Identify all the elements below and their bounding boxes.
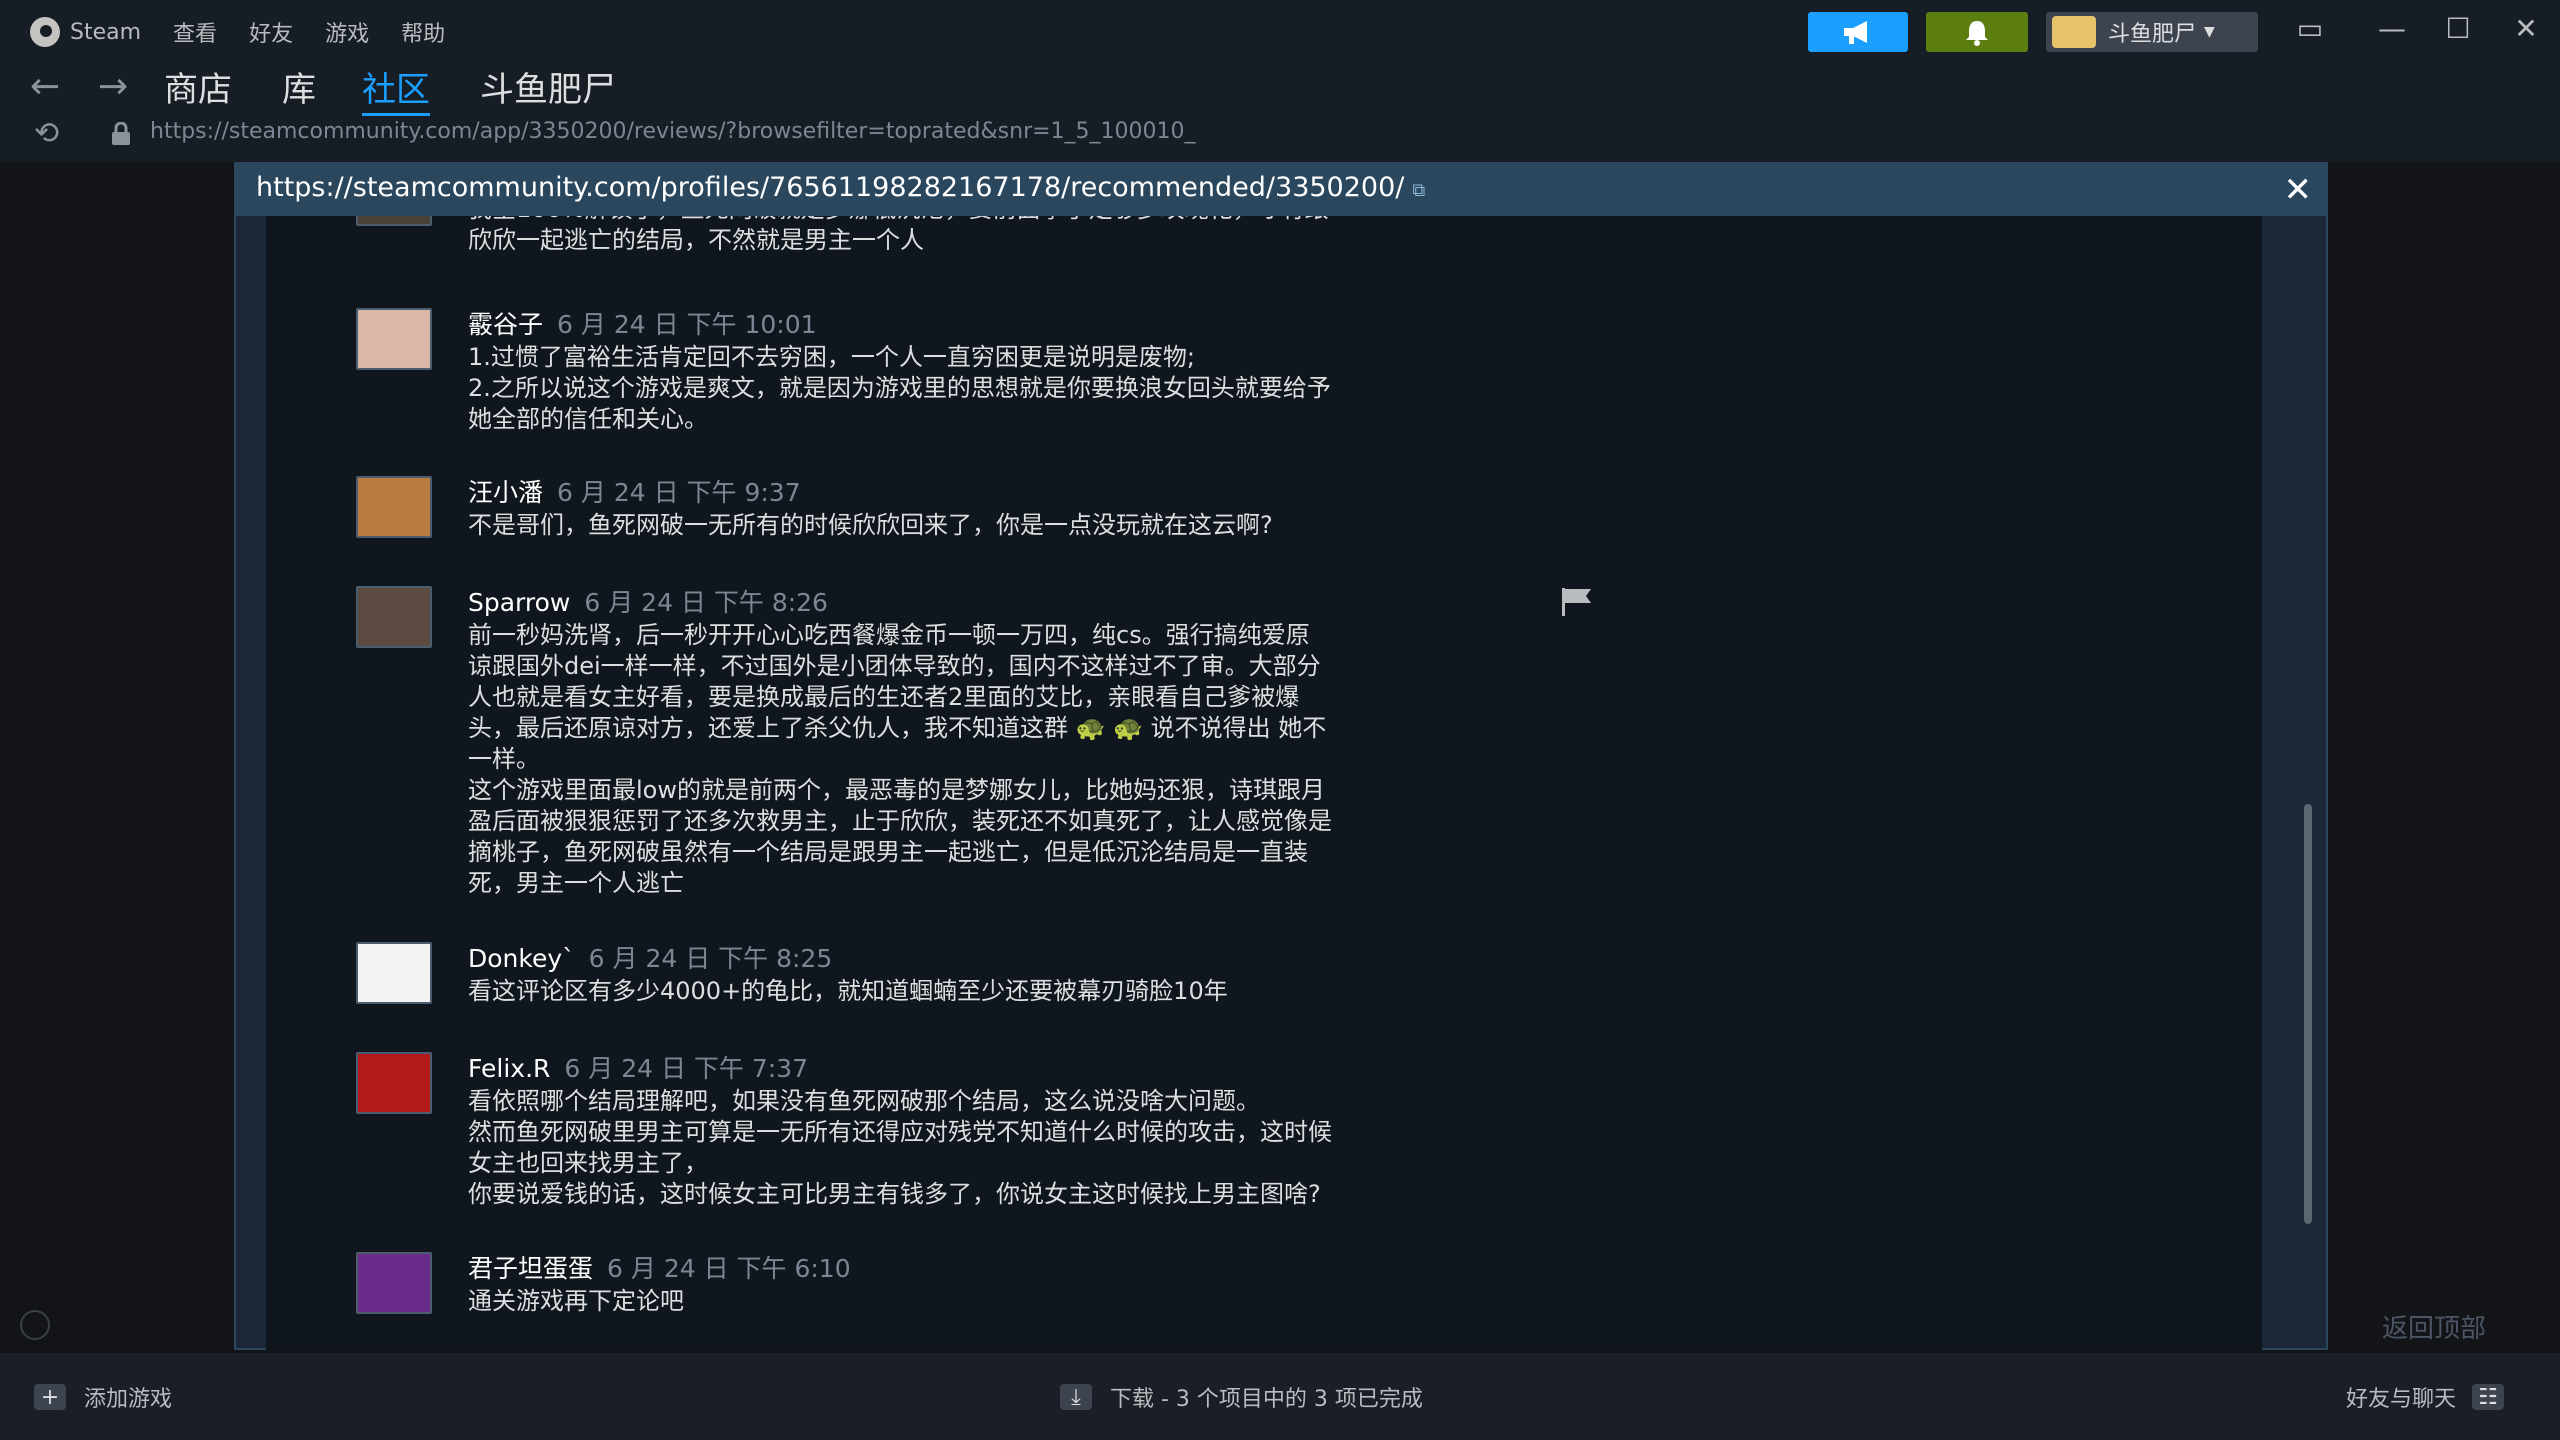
comment-text: 前一秒妈洗肾，后一秒开开心心吃西餐爆金币一顿一万四，纯cs。强行搞纯爱原 谅跟国… <box>468 621 1332 897</box>
comment-text: 1.过惯了富裕生活肯定回不去穷困，一个人一直穷困更是说明是废物; 2.之所以说这… <box>468 343 1331 433</box>
bottom-bar: + 添加游戏 ⤓ 下载 - 3 个项目中的 3 项已完成 好友与聊天 ☷ <box>0 1353 2560 1440</box>
menu-help[interactable]: 帮助 <box>401 16 445 48</box>
external-link-icon: ⧉ <box>1412 180 1426 201</box>
account-name: 斗鱼肥尸 <box>2108 22 2197 47</box>
download-icon: ⤓ <box>1060 1384 1092 1410</box>
menu-bar: Steam 查看 好友 游戏 帮助 <box>30 16 477 48</box>
chevron-down-icon: ▼ <box>2204 24 2215 40</box>
avatar[interactable] <box>356 216 432 226</box>
menu-steam[interactable]: Steam <box>70 20 141 45</box>
title-bar: Steam 查看 好友 游戏 帮助 斗鱼肥尸 ▼ ▭ — ☐ ✕ <box>0 0 2560 62</box>
plus-icon: + <box>34 1384 66 1410</box>
comment-text: 通关游戏再下定论吧 <box>468 1287 684 1315</box>
comment-date: 6 月 24 日 下午 10:01 <box>557 310 817 339</box>
comment-author[interactable]: 君子坦蛋蛋 <box>468 1254 593 1283</box>
avatar[interactable] <box>356 476 432 538</box>
avatar[interactable] <box>356 308 432 370</box>
close-window-icon[interactable]: ✕ <box>2506 12 2546 45</box>
bell-icon <box>1966 21 1988 46</box>
comments-list: 我全100%解锁了，鱼死网破就是梦娜低沉沦，要前面拿了足够多玫瑰花，才有跟 欣欣… <box>266 216 2262 1350</box>
comment-date: 6 月 24 日 下午 8:25 <box>588 944 833 973</box>
comment-text: 不是哥们，鱼死网破一无所有的时候欣欣回来了，你是一点没玩就在这云啊? <box>468 511 1273 539</box>
tab-community[interactable]: 社区 <box>362 62 430 117</box>
back-arrow-icon[interactable]: ← <box>30 66 60 107</box>
comment-author[interactable]: 汪小潘 <box>468 478 543 507</box>
friends-icon: ☷ <box>2472 1384 2505 1410</box>
flag-icon[interactable] <box>1558 586 1594 618</box>
comment-text: 我全100%解锁了，鱼死网破就是梦娜低沉沦，要前面拿了足够多玫瑰花，才有跟 欣欣… <box>468 216 1329 254</box>
maximize-icon[interactable]: ☐ <box>2438 12 2478 45</box>
comment-author[interactable]: 霰谷子 <box>468 310 543 339</box>
review-modal: https://steamcommunity.com/profiles/7656… <box>234 162 2328 1350</box>
account-menu-button[interactable]: 斗鱼肥尸 ▼ <box>2046 12 2258 52</box>
tab-profile[interactable]: 斗鱼肥尸 <box>480 62 616 111</box>
comment-text: 看依照哪个结局理解吧，如果没有鱼死网破那个结局，这么说没啥大问题。 然而鱼死网破… <box>468 1087 1332 1208</box>
downloads-status[interactable]: ⤓ 下载 - 3 个项目中的 3 项已完成 <box>1060 1381 1423 1413</box>
close-icon[interactable]: ✕ <box>2284 170 2313 210</box>
comment-author[interactable]: Sparrow <box>468 588 570 617</box>
add-game-button[interactable]: + 添加游戏 <box>34 1381 172 1413</box>
lock-icon <box>112 122 130 145</box>
downloads-label: 下载 - 3 个项目中的 3 项已完成 <box>1110 1387 1423 1412</box>
big-picture-icon[interactable]: ▭ <box>2290 12 2330 45</box>
menu-view[interactable]: 查看 <box>173 16 217 48</box>
menu-friends[interactable]: 好友 <box>249 16 293 48</box>
url-bar: ⟲ https://steamcommunity.com/app/3350200… <box>0 116 2560 162</box>
refresh-icon[interactable]: ⟲ <box>34 116 59 151</box>
tab-store[interactable]: 商店 <box>164 62 232 111</box>
avatar[interactable] <box>356 586 432 648</box>
back-to-top-link[interactable]: 返回顶部 <box>2382 1308 2486 1345</box>
nav-bar: ← → 商店 库 社区 斗鱼肥尸 <box>0 62 2560 117</box>
comment-date: 6 月 24 日 下午 7:37 <box>564 1054 808 1083</box>
comment-author[interactable]: Donkey` <box>468 944 575 973</box>
circle-icon <box>20 1310 50 1340</box>
megaphone-icon <box>1844 21 1867 44</box>
steam-logo-icon <box>30 17 60 47</box>
comment-date: 6 月 24 日 下午 9:37 <box>557 478 801 507</box>
comment-text: 看这评论区有多少4000+的龟比，就知道蝈蝻至少还要被幕刃骑脸10年 <box>468 977 1228 1005</box>
friends-chat-button[interactable]: 好友与聊天 ☷ <box>2346 1381 2522 1413</box>
minimize-icon[interactable]: — <box>2372 12 2412 45</box>
menu-games[interactable]: 游戏 <box>325 16 369 48</box>
scrollbar[interactable] <box>2304 804 2312 1224</box>
page-url[interactable]: https://steamcommunity.com/app/3350200/r… <box>150 119 1196 144</box>
modal-header: https://steamcommunity.com/profiles/7656… <box>236 164 2326 216</box>
avatar[interactable] <box>356 1252 432 1314</box>
add-game-label: 添加游戏 <box>84 1387 173 1412</box>
tab-library[interactable]: 库 <box>282 62 316 111</box>
modal-url-link[interactable]: https://steamcommunity.com/profiles/7656… <box>256 172 1425 203</box>
account-avatar <box>2052 16 2096 48</box>
avatar[interactable] <box>356 1052 432 1114</box>
friends-label: 好友与聊天 <box>2346 1387 2457 1412</box>
comment-date: 6 月 24 日 下午 6:10 <box>607 1254 851 1283</box>
avatar[interactable] <box>356 942 432 1004</box>
comment-date: 6 月 24 日 下午 8:26 <box>584 588 828 617</box>
notifications-button[interactable] <box>1926 12 2028 52</box>
comment-author[interactable]: Felix.R <box>468 1054 550 1083</box>
announcements-button[interactable] <box>1808 12 1908 52</box>
forward-arrow-icon[interactable]: → <box>98 66 128 107</box>
